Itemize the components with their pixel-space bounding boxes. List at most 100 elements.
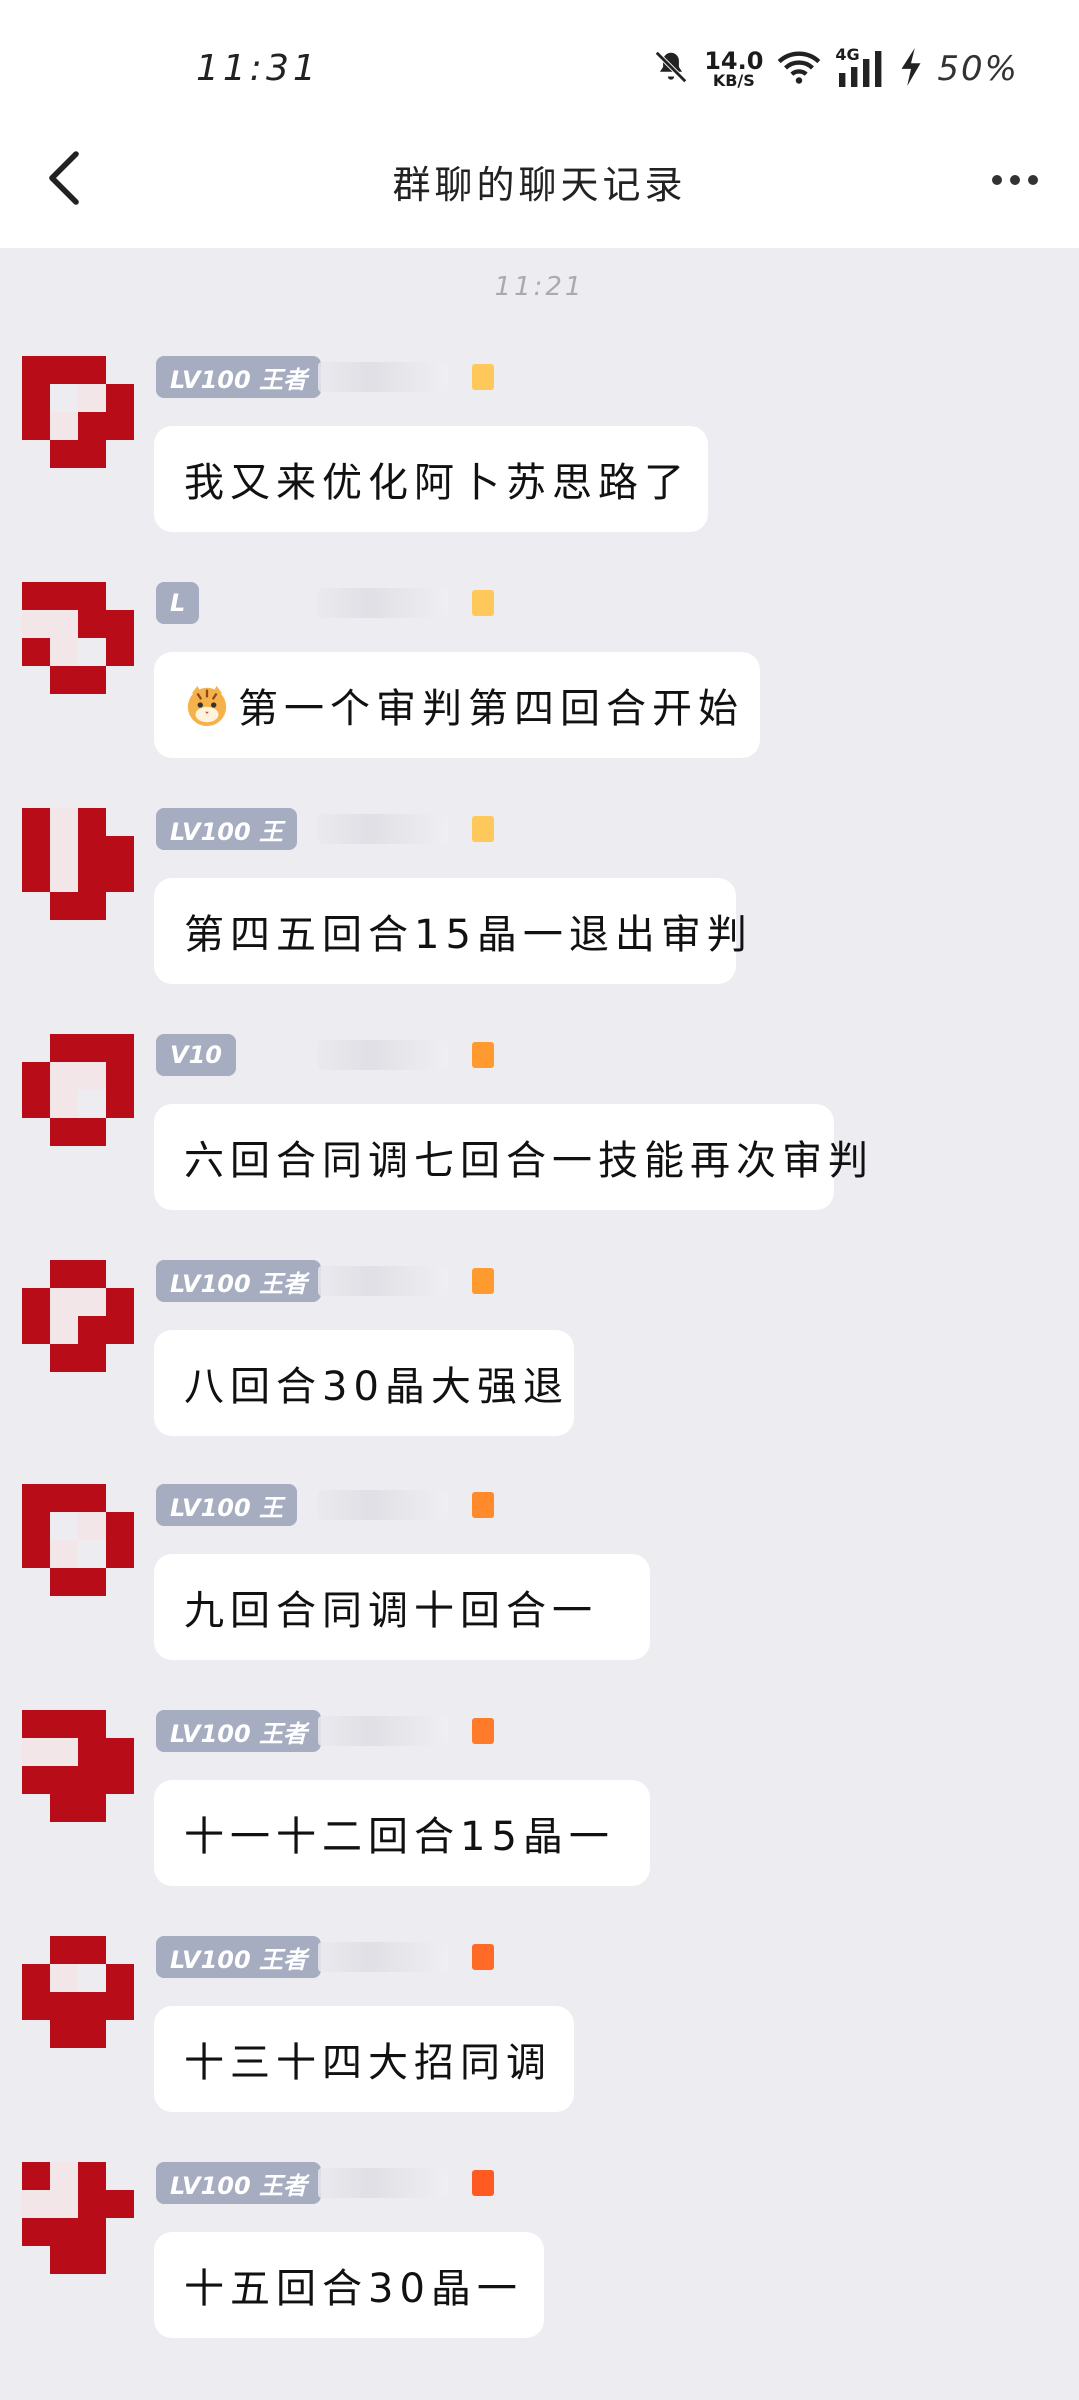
avatar-pixel [50,1344,78,1372]
avatar-pixel [106,1568,134,1596]
avatar[interactable] [22,1710,134,1822]
honor-tag-icon [472,1042,494,1068]
avatar-pixel [78,384,106,412]
avatar-pixel [22,582,50,610]
message-row: LV100 王者 我又来优化阿卜苏思路了 [0,356,1079,582]
avatar[interactable] [22,1936,134,2048]
avatar[interactable] [22,1484,134,1596]
avatar-pixel [78,412,106,440]
message-row: LV100 王九回合同调十回合一 [0,1484,1079,1710]
avatar-pixel [78,582,106,610]
tiger-face-emoji-icon [184,681,230,729]
avatar-pixel [106,1484,134,1512]
avatar-pixel [78,1738,106,1766]
avatar-pixel [22,892,50,920]
avatar-pixel [22,2246,50,2274]
avatar[interactable] [22,582,134,694]
avatar-pixel [78,1344,106,1372]
avatar-pixel [78,836,106,864]
avatar-pixel [106,2246,134,2274]
message-text: 十五回合30晶一 [184,2266,523,2312]
avatar-pixel [78,1568,106,1596]
level-badge: LV100 王 [156,1484,298,1526]
message-text: 我又来优化阿卜苏思路了 [184,460,690,506]
avatar-pixel [106,2218,134,2246]
more-dot [992,175,1002,185]
message-text: 十一十二回合15晶一 [184,1814,615,1860]
avatar-pixel [78,610,106,638]
avatar-pixel [106,1062,134,1090]
avatar-pixel [22,2218,50,2246]
avatar-pixel [106,864,134,892]
avatar-pixel [22,808,50,836]
avatar[interactable] [22,356,134,468]
avatar[interactable] [22,1034,134,1146]
avatar-pixel [106,1964,134,1992]
avatar-pixel [106,356,134,384]
avatar-pixel [22,356,50,384]
avatar-pixel [106,1260,134,1288]
honor-tag-icon [472,1268,494,1294]
status-time: 11:31 [196,48,320,89]
nickname-blurred [318,1266,448,1296]
avatar-pixel [50,412,78,440]
page-title: 群聊的聊天记录 [392,163,687,207]
avatar-pixel [22,1034,50,1062]
more-button[interactable] [975,150,1055,210]
message-bubble[interactable]: 十五回合30晶一 [154,2232,544,2338]
avatar-pixel [78,808,106,836]
avatar-pixel [22,638,50,666]
avatar-pixel [50,1766,78,1794]
level-badge: L [156,582,200,624]
avatar-pixel [106,666,134,694]
avatar-pixel [78,1936,106,1964]
message-bubble[interactable]: 第一个审判第四回合开始 [154,652,760,758]
message-bubble[interactable]: 九回合同调十回合一 [154,1554,650,1660]
nickname-blurred [318,1716,448,1746]
avatar-pixel [78,2020,106,2048]
message-bubble[interactable]: 十三十四大招同调 [154,2006,574,2112]
avatar-pixel [22,1090,50,1118]
message-row: LV100 王者 十一十二回合15晶一 [0,1710,1079,1936]
avatar-pixel [22,1936,50,1964]
message-bubble[interactable]: 我又来优化阿卜苏思路了 [154,426,708,532]
status-icons: 14.0 KB/S 4G 50% [652,44,1019,94]
avatar-pixel [78,1512,106,1540]
battery-level: 50% [937,49,1019,89]
avatar-pixel [50,1288,78,1316]
avatar-pixel [22,1484,50,1512]
avatar[interactable] [22,2162,134,2274]
message-text: 第一个审判第四回合开始 [238,686,744,732]
avatar-pixel [22,1964,50,1992]
avatar[interactable] [22,1260,134,1372]
honor-tag-icon [472,364,494,390]
message-bubble[interactable]: 十一十二回合15晶一 [154,1780,650,1886]
message-bubble[interactable]: 八回合30晶大强退 [154,1330,574,1436]
avatar-pixel [50,1090,78,1118]
avatar-pixel [22,440,50,468]
message-bubble[interactable]: 六回合同调七回合一技能再次审判 [154,1104,868,1210]
avatar[interactable] [22,808,134,920]
avatar-pixel [50,1260,78,1288]
message-row: LV100 王者十五回合30晶一 [0,2162,1079,2388]
nickname-blurred [318,362,448,392]
avatar-pixel [22,1512,50,1540]
avatar-pixel [50,892,78,920]
mute-bell-icon [652,48,690,90]
avatar-pixel [106,412,134,440]
avatar-pixel [78,1710,106,1738]
avatar-pixel [78,1794,106,1822]
level-badge: LV100 王者 [156,1260,322,1302]
avatar-pixel [106,2162,134,2190]
message-bubble[interactable]: 第四五回合15晶一退出审判 [154,878,747,984]
avatar-pixel [22,2020,50,2048]
avatar-pixel [50,440,78,468]
net-speed-unit: KB/S [712,71,755,90]
level-badge: LV100 王者 [156,2162,322,2204]
avatar-pixel [78,356,106,384]
more-dot [1028,175,1038,185]
avatar-pixel [50,356,78,384]
avatar-pixel [22,384,50,412]
avatar-pixel [106,808,134,836]
avatar-pixel [50,1794,78,1822]
